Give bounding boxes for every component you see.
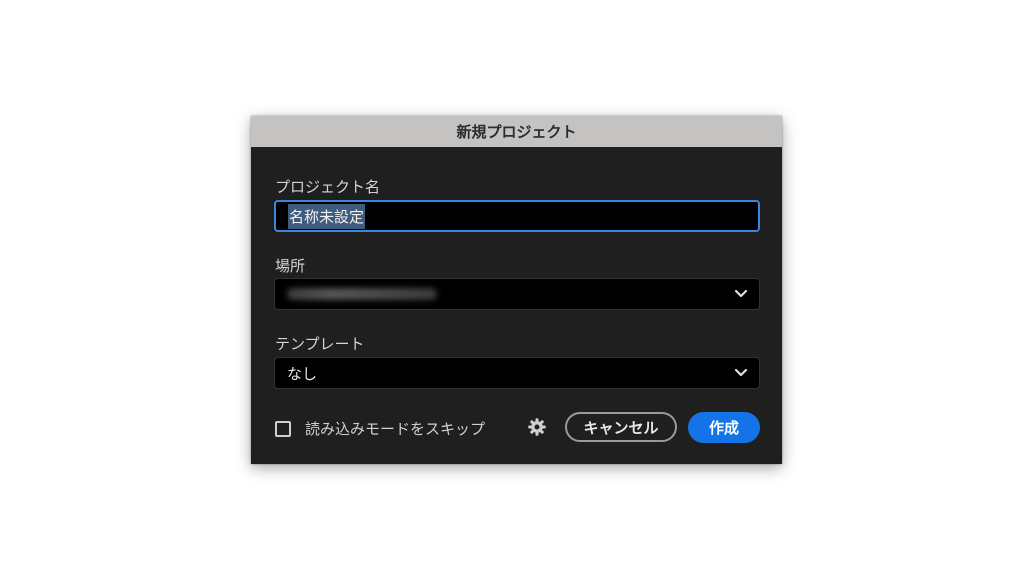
chevron-down-icon <box>734 289 748 298</box>
location-value-redacted <box>287 288 437 300</box>
dialog-titlebar[interactable]: 新規プロジェクト <box>251 116 782 147</box>
project-name-value: 名称未設定 <box>288 203 366 229</box>
create-button-label: 作成 <box>708 419 739 437</box>
template-select[interactable]: なし <box>274 357 760 389</box>
chevron-down-icon <box>734 368 748 377</box>
location-select[interactable] <box>274 278 760 310</box>
new-project-dialog: 新規プロジェクト プロジェクト名 名称未設定 場所 テンプレート なし 読み込み… <box>251 116 782 464</box>
skip-import-checkbox-row[interactable]: 読み込みモードをスキップ <box>275 418 485 439</box>
gear-icon[interactable] <box>527 417 547 437</box>
skip-import-label: 読み込みモードをスキップ <box>305 420 486 438</box>
dialog-title: 新規プロジェクト <box>456 123 577 141</box>
project-name-label: プロジェクト名 <box>275 178 381 196</box>
project-name-input[interactable]: 名称未設定 <box>274 200 760 232</box>
cancel-button-label: キャンセル <box>583 418 659 437</box>
template-value: なし <box>287 364 318 383</box>
cancel-button[interactable]: キャンセル <box>565 412 677 442</box>
template-label: テンプレート <box>275 335 365 353</box>
create-button[interactable]: 作成 <box>688 412 760 443</box>
location-label: 場所 <box>275 257 306 275</box>
skip-import-checkbox[interactable] <box>275 420 291 437</box>
